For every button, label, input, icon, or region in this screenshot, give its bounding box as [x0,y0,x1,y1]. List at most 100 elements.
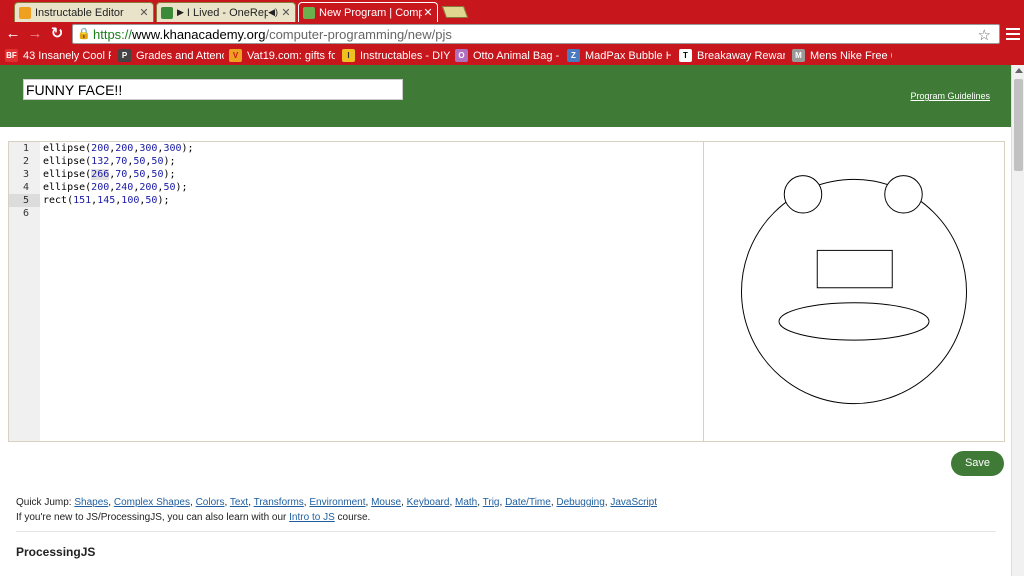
reload-icon[interactable]: ↻ [48,25,66,43]
back-icon[interactable]: ← [4,25,22,43]
quick-jump-link[interactable]: Mouse [371,497,401,508]
code-number: 300 [139,143,158,154]
save-button[interactable]: Save [951,451,1004,476]
otto-icon: O [455,49,468,62]
khan-academy-favicon-icon [303,6,315,19]
code-number: 50 [151,169,164,180]
canvas-shape-ellipse [884,175,923,214]
url-path: /computer-programming/new/pjs [265,26,452,42]
line-number: 3 [22,169,29,180]
bookmark-label: Grades and Attendar [136,49,224,62]
quick-jump-link[interactable]: Debugging [556,497,604,508]
code-number: 70 [115,169,128,180]
address-bar[interactable]: 🔒 https:// www.khanacademy.org /computer… [72,24,1000,44]
output-canvas[interactable] [703,141,1005,442]
speaker-icon: ◀) [268,7,278,17]
bookmark-item[interactable]: V Vat19.com: gifts for [229,48,335,63]
code-function-name: ellipse( [43,169,92,180]
program-header: FUNNY FACE!! Program Guidelines [0,65,1011,127]
powerschool-icon: P [118,49,131,62]
line-number: 1 [22,143,29,154]
line-number-gutter: 1 2 3 4 5 6 [9,142,40,441]
buzzfeed-icon: BF [5,49,18,62]
quick-jump-link[interactable]: Keyboard [407,497,450,508]
scrollbar-thumb[interactable] [1014,79,1023,171]
canvas-shape-rect [816,249,893,289]
bookmark-item[interactable]: O Otto Animal Bag - Bo [455,48,561,63]
scroll-up-icon[interactable] [1015,68,1023,73]
bookmark-label: Otto Animal Bag - Bo [473,49,561,62]
code-number: 50 [145,195,158,206]
code-number: 300 [163,143,182,154]
code-line[interactable]: rect(151,145,100,50); [43,194,169,207]
quick-jump-link[interactable]: Math [455,497,477,508]
page-scrollbar[interactable] [1011,65,1024,576]
quick-jump-link[interactable]: Date/Time [505,497,551,508]
code-line[interactable]: ellipse(132,70,50,50); [43,155,176,168]
instructables-icon: I [342,49,355,62]
instructables-favicon-icon [19,6,31,19]
tab-title: New Program | Compute [319,6,422,19]
url-host: www.khanacademy.org [132,26,266,42]
code-line[interactable]: ellipse(200,200,300,300); [43,142,194,155]
quick-jump-label: Quick Jump: [16,497,75,508]
intro-note: If you're new to JS/ProcessingJS, you ca… [16,512,370,523]
tab-instructable-editor[interactable]: Instructable Editor ✕ [14,2,154,22]
tab-i-lived[interactable]: ▶ I Lived - OneRepubl ◀) ✕ [156,2,296,22]
quick-jump-link[interactable]: Text [230,497,248,508]
tab-title: I Lived - OneRepubl [186,6,268,19]
tab-title: Instructable Editor [35,6,124,19]
code-line[interactable]: ellipse(266,70,50,50); [43,168,176,181]
code-editor[interactable]: 1 2 3 4 5 6 ellipse(200,200,300,300); ell… [8,141,704,442]
quick-jump-link[interactable]: Trig [483,497,500,508]
line-number: 5 [9,194,40,207]
breakaway-icon: T [679,49,692,62]
line-number: 4 [22,182,29,193]
bookmarks-bar: BF 43 Insanely Cool Ren P Grades and Att… [0,46,1024,65]
bookmark-item[interactable]: T Breakaway Rewards [679,48,785,63]
bookmark-item[interactable]: BF 43 Insanely Cool Ren [5,48,111,63]
nike-icon: M [792,49,805,62]
line-number: 2 [22,156,29,167]
intro-to-js-link[interactable]: Intro to JS [289,512,335,523]
program-guidelines-link[interactable]: Program Guidelines [910,91,990,101]
code-number: 132 [91,156,110,167]
code-function-name: ellipse( [43,182,92,193]
bookmark-item[interactable]: I Instructables - DIY H [342,48,450,63]
bookmark-item[interactable]: Z MadPax Bubble Half [567,48,671,63]
program-title-input[interactable]: FUNNY FACE!! [23,79,403,100]
close-icon[interactable]: ✕ [280,6,292,19]
quick-jump-link[interactable]: Environment [309,497,365,508]
quick-jump-link[interactable]: Shapes [74,497,108,508]
code-line[interactable]: ellipse(200,240,200,50); [43,181,188,194]
line-number: 6 [22,208,29,219]
section-title: ProcessingJS [16,545,96,559]
close-icon[interactable]: ✕ [138,6,150,19]
vat19-icon: V [229,49,242,62]
quick-jump-link[interactable]: Complex Shapes [114,497,190,508]
code-number: 100 [121,195,140,206]
madpax-icon: Z [567,49,580,62]
bookmark-star-icon[interactable]: ☆ [978,26,991,44]
new-tab-button[interactable] [441,6,469,18]
forward-icon[interactable]: → [26,25,44,43]
bookmark-item[interactable]: M Mens Nike Free 6.0 [792,48,892,63]
quick-jump-link[interactable]: Colors [196,497,225,508]
tab-new-program[interactable]: New Program | Compute ✕ [298,2,438,22]
canvas-shape-ellipse [741,178,967,405]
close-icon[interactable]: ✕ [422,6,434,19]
code-number: 50 [133,169,146,180]
code-number: 151 [73,195,92,206]
menu-icon[interactable] [1006,25,1020,43]
quick-jump-link[interactable]: JavaScript [610,497,657,508]
code-number: 266 [91,169,110,180]
canvas-drawing [741,175,967,405]
code-number: 200 [91,143,110,154]
intro-note-suffix: course. [334,512,371,523]
quick-jump-link[interactable]: Transforms [254,497,304,508]
bookmark-label: Instructables - DIY H [360,49,450,62]
bookmark-label: Breakaway Rewards [697,49,785,62]
canvas-shape-ellipse [783,175,823,214]
code-number: 145 [97,195,116,206]
bookmark-item[interactable]: P Grades and Attendar [118,48,224,63]
